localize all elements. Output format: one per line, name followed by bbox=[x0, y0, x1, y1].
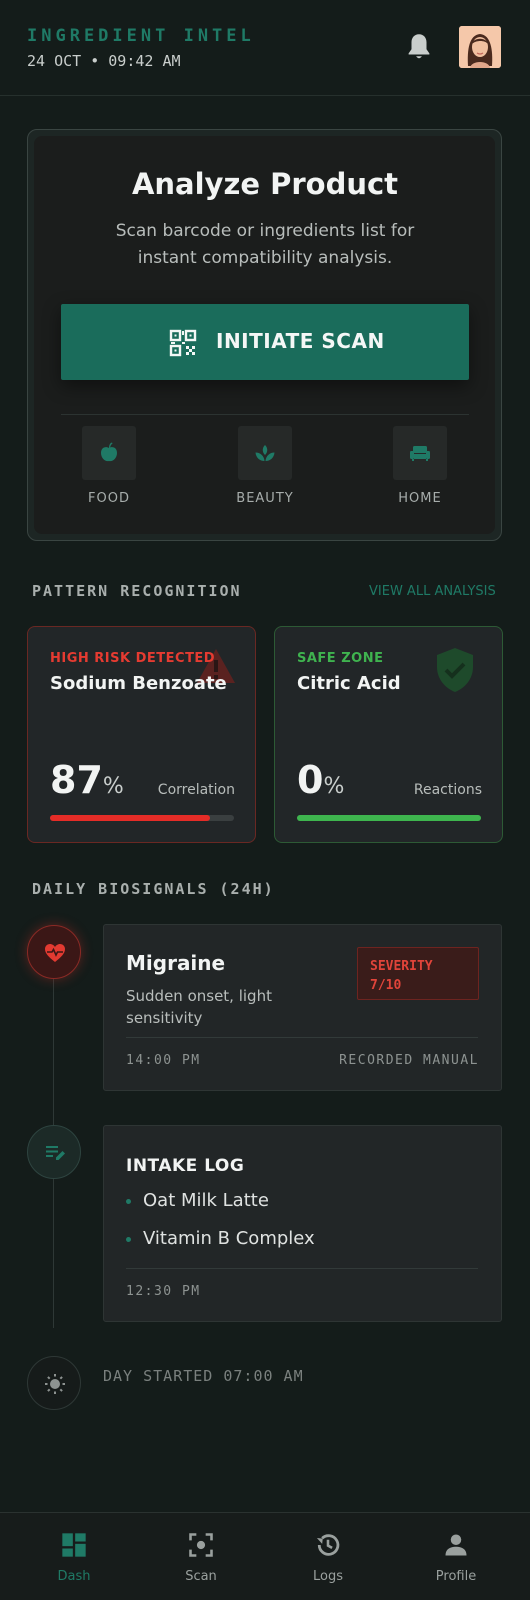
correlation-value: 87% bbox=[50, 758, 124, 802]
intake-title: INTAKE LOG bbox=[126, 1156, 245, 1176]
category-label: HOME bbox=[398, 491, 442, 506]
percent-unit: % bbox=[323, 774, 345, 799]
nav-label: Dash bbox=[57, 1569, 91, 1584]
nav-logs[interactable]: Logs bbox=[273, 1513, 383, 1600]
event-time: 12:30 PM bbox=[126, 1284, 201, 1299]
nav-label: Logs bbox=[313, 1569, 343, 1584]
shield-check-icon bbox=[437, 648, 473, 692]
category-tile bbox=[82, 426, 136, 480]
risk-tag: SAFE ZONE bbox=[297, 651, 384, 666]
reactions-value: 0% bbox=[297, 758, 344, 802]
edit-list-icon bbox=[46, 1146, 65, 1160]
nav-label: Scan bbox=[185, 1569, 217, 1584]
category-beauty[interactable]: BEAUTY bbox=[215, 426, 315, 516]
percent-value: 87 bbox=[50, 758, 103, 802]
nav-dash[interactable]: Dash bbox=[19, 1513, 129, 1600]
intake-item: Vitamin B Complex bbox=[126, 1228, 315, 1249]
timeline-node-migraine bbox=[27, 925, 81, 979]
sofa-icon bbox=[410, 446, 430, 461]
pattern-card-safe[interactable]: SAFE ZONE Citric Acid 0% Reactions bbox=[274, 626, 503, 843]
category-tile bbox=[238, 426, 292, 480]
metric-label: Reactions bbox=[413, 782, 482, 798]
category-label: FOOD bbox=[88, 491, 130, 506]
intake-item: Oat Milk Latte bbox=[126, 1190, 269, 1211]
correlation-bar bbox=[50, 815, 234, 821]
correlation-bar-fill bbox=[50, 815, 211, 821]
category-label: BEAUTY bbox=[236, 491, 294, 506]
divider bbox=[126, 1037, 478, 1038]
scan-icon bbox=[189, 1533, 213, 1557]
dashboard-icon bbox=[62, 1533, 86, 1557]
apple-icon bbox=[101, 442, 117, 462]
person-icon bbox=[445, 1534, 467, 1556]
migraine-event-card[interactable]: Migraine Sudden onset, light sensitivity… bbox=[103, 924, 502, 1091]
category-tile bbox=[393, 426, 447, 480]
view-all-analysis-link[interactable]: VIEW ALL ANALYSIS bbox=[369, 584, 496, 599]
sun-icon bbox=[45, 1374, 65, 1394]
category-home[interactable]: HOME bbox=[370, 426, 470, 516]
day-started-label: DAY STARTED 07:00 AM bbox=[103, 1367, 304, 1385]
divider bbox=[126, 1268, 478, 1269]
daily-biosignals-title: DAILY BIOSIGNALS (24H) bbox=[32, 880, 275, 898]
avatar[interactable] bbox=[459, 26, 501, 68]
nav-profile[interactable]: Profile bbox=[401, 1513, 511, 1600]
severity-label: SEVERITY bbox=[370, 959, 433, 974]
analyze-title: Analyze Product bbox=[131, 167, 399, 201]
reactions-bar bbox=[297, 815, 481, 821]
qr-code-icon bbox=[169, 329, 197, 357]
app-header: INGREDIENT INTEL 24 OCT • 09:42 AM bbox=[0, 0, 530, 96]
history-icon bbox=[316, 1534, 340, 1556]
leaf-icon bbox=[255, 445, 275, 461]
heart-pulse-icon bbox=[45, 944, 65, 962]
percent-value: 0 bbox=[297, 758, 324, 802]
initiate-scan-label: INITIATE SCAN bbox=[216, 329, 385, 353]
bottom-nav: Dash Scan Logs Profile bbox=[0, 1512, 530, 1600]
ingredient-name: Citric Acid bbox=[297, 673, 401, 694]
event-source: RECORDED MANUAL bbox=[339, 1053, 479, 1068]
severity-badge: SEVERITY 7/10 bbox=[357, 947, 479, 1000]
nav-scan[interactable]: Scan bbox=[146, 1513, 256, 1600]
intake-item-label: Oat Milk Latte bbox=[143, 1190, 269, 1211]
intake-log-card[interactable]: INTAKE LOG Oat Milk Latte Vitamin B Comp… bbox=[103, 1125, 502, 1322]
current-datetime: 24 OCT • 09:42 AM bbox=[27, 52, 181, 70]
severity-value: 7/10 bbox=[370, 978, 402, 993]
metric-label: Correlation bbox=[157, 782, 235, 798]
reactions-bar-fill bbox=[297, 815, 481, 821]
timeline-node-day-start bbox=[27, 1356, 81, 1410]
bullet-dot bbox=[126, 1236, 131, 1242]
bell-icon[interactable] bbox=[405, 32, 433, 62]
risk-tag: HIGH RISK DETECTED bbox=[50, 651, 216, 666]
intake-item-label: Vitamin B Complex bbox=[143, 1228, 315, 1249]
app-title: INGREDIENT INTEL bbox=[27, 26, 255, 46]
event-time: 14:00 PM bbox=[126, 1053, 201, 1068]
category-food[interactable]: FOOD bbox=[59, 426, 159, 516]
pattern-recognition-title: PATTERN RECOGNITION bbox=[32, 582, 242, 600]
divider bbox=[61, 414, 469, 415]
user-avatar-icon bbox=[459, 26, 501, 68]
analyze-description: Scan barcode or ingredients list for ins… bbox=[115, 221, 415, 268]
nav-label: Profile bbox=[435, 1569, 477, 1584]
ingredient-name: Sodium Benzoate bbox=[50, 673, 227, 694]
timeline-node-intake bbox=[27, 1125, 81, 1179]
event-title: Migraine bbox=[126, 951, 226, 975]
percent-unit: % bbox=[102, 774, 124, 799]
initiate-scan-button[interactable]: INITIATE SCAN bbox=[61, 304, 469, 380]
event-description: Sudden onset, light sensitivity bbox=[126, 987, 272, 1027]
pattern-card-high-risk[interactable]: HIGH RISK DETECTED Sodium Benzoate 87% C… bbox=[27, 626, 256, 843]
bullet-dot bbox=[126, 1198, 131, 1204]
